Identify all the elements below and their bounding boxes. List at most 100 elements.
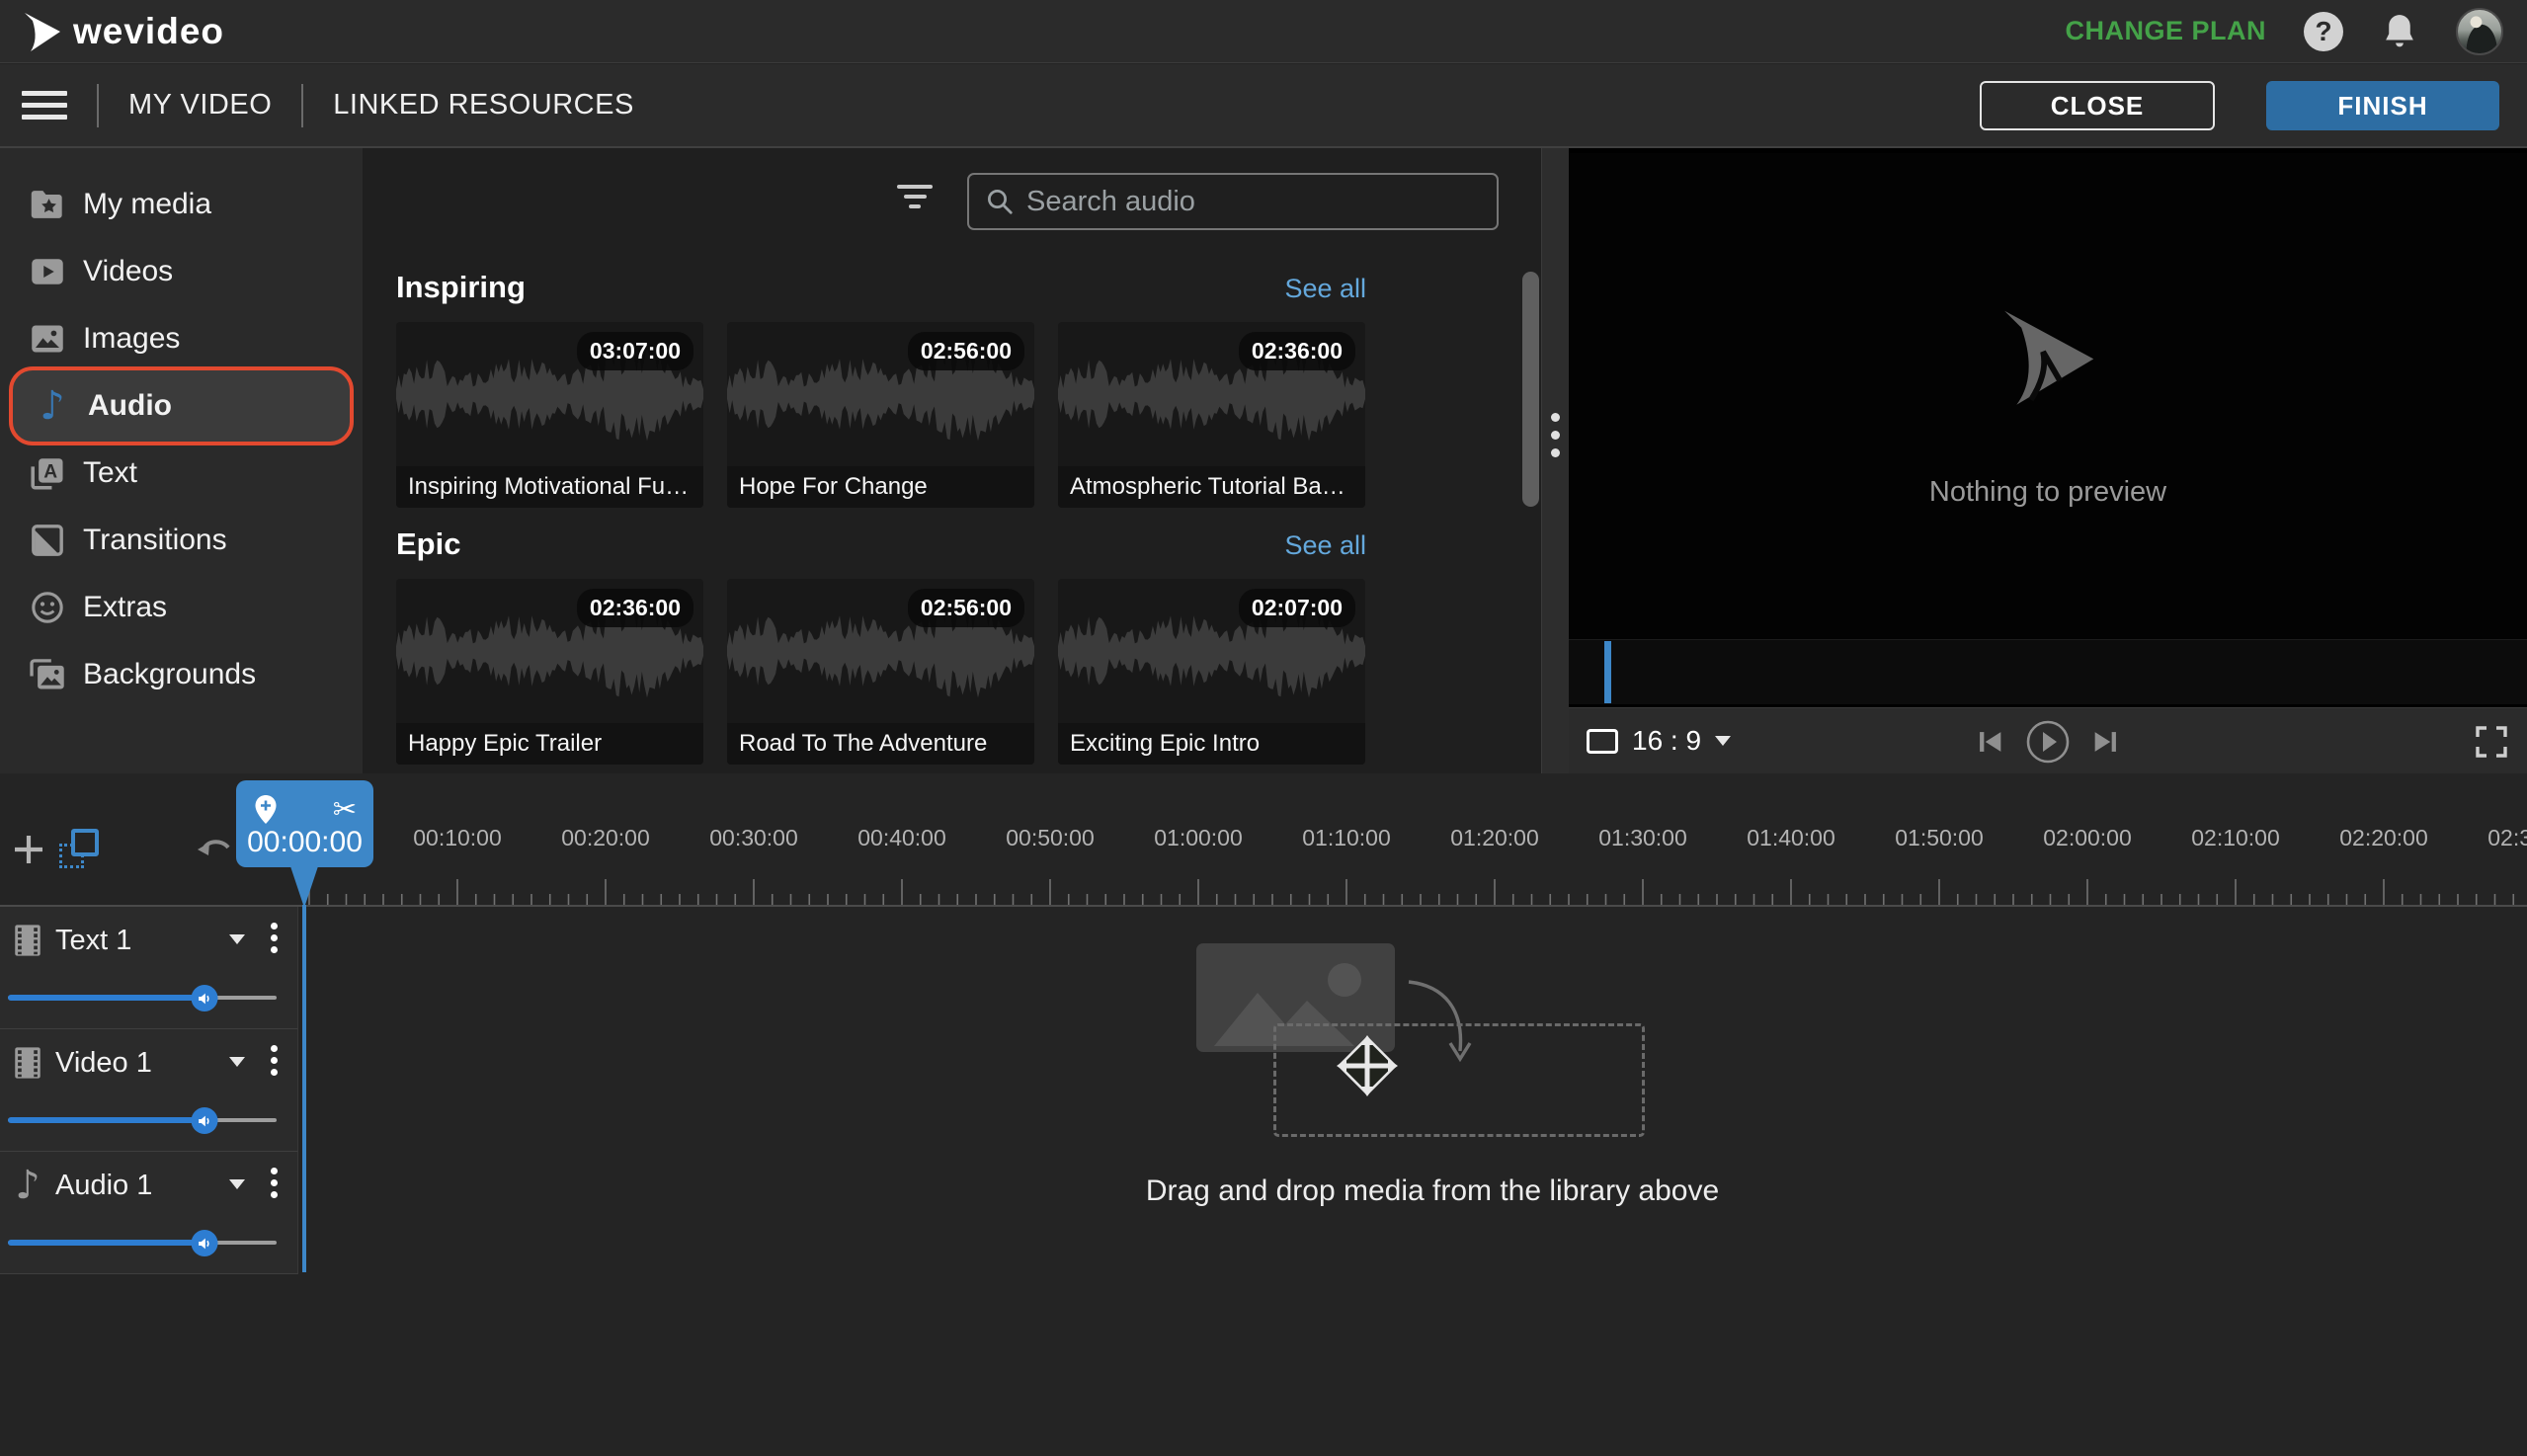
track-menu-icon[interactable] (271, 1168, 278, 1198)
library-scrollbar[interactable] (1522, 272, 1539, 507)
aspect-ratio-selector[interactable]: 16 : 9 (1587, 725, 1732, 757)
track-header-audio-1[interactable]: ♪ Audio 1 (0, 1152, 298, 1274)
audio-card-title: Atmospheric Tutorial Background (1058, 466, 1365, 508)
project-title[interactable]: MY VIDEO (128, 89, 272, 121)
wevideo-play-icon (25, 12, 60, 51)
toolbar-divider (301, 83, 304, 127)
audio-card-title: Exciting Epic Intro (1058, 723, 1365, 765)
preview-playhead-marker[interactable] (1604, 641, 1611, 703)
volume-thumb[interactable] (191, 1230, 218, 1256)
search-box[interactable] (967, 173, 1499, 230)
sidebar-item-images[interactable]: Images (0, 305, 363, 372)
ruler-time-label: 01:00:00 (1154, 825, 1243, 850)
volume-thumb[interactable] (191, 985, 218, 1011)
preview-placeholder-logo-icon (2004, 310, 2094, 405)
split-scissors-icon[interactable]: ✂ (333, 795, 357, 824)
search-input[interactable] (1026, 185, 1497, 218)
section-title: Inspiring (396, 270, 526, 304)
duration-badge: 02:36:00 (576, 589, 693, 627)
playhead-badge[interactable]: ✂ 00:00:00 (236, 780, 373, 867)
sidebar-item-extras[interactable]: Extras (0, 574, 363, 641)
audio-card[interactable]: 02:07:00 Exciting Epic Intro (1058, 579, 1365, 765)
help-icon[interactable]: ? (2304, 11, 2343, 51)
see-all-link[interactable]: See all (1284, 530, 1366, 561)
track-header-text-1[interactable]: Text 1 (0, 907, 298, 1029)
volume-slider[interactable] (8, 1107, 277, 1134)
track-chevron-down-icon[interactable] (229, 1057, 245, 1067)
tab-linked-resources[interactable]: LINKED RESOURCES (333, 89, 634, 121)
change-plan-link[interactable]: CHANGE PLAN (2065, 16, 2266, 46)
playhead-line[interactable] (302, 905, 306, 1272)
previous-frame-button[interactable] (1973, 725, 2006, 759)
sidebar-item-label: My media (83, 188, 212, 220)
video-icon (28, 252, 67, 291)
media-sidebar: My media Videos Images ♪ Audio A Text Tr… (0, 148, 363, 773)
sidebar-item-transitions[interactable]: Transitions (0, 507, 363, 574)
filter-icon[interactable] (896, 185, 934, 210)
duration-badge: 02:36:00 (1238, 332, 1355, 370)
audio-card[interactable]: 02:36:00 Atmospheric Tutorial Background (1058, 322, 1365, 508)
marker-pin-icon[interactable] (253, 794, 279, 825)
sidebar-item-text[interactable]: A Text (0, 440, 363, 507)
top-bar: wevideo CHANGE PLAN ? (0, 0, 2527, 63)
see-all-link[interactable]: See all (1284, 274, 1366, 304)
volume-thumb[interactable] (191, 1107, 218, 1134)
track-header-video-1[interactable]: Video 1 (0, 1029, 298, 1152)
image-icon (28, 319, 67, 359)
playhead-tail[interactable] (290, 866, 318, 908)
drag-handle-dots-icon (1551, 413, 1560, 457)
ruler-time-label: 01:40:00 (1747, 825, 1835, 850)
next-frame-button[interactable] (2089, 725, 2123, 759)
track-chevron-down-icon[interactable] (229, 1179, 245, 1189)
sidebar-item-my-media[interactable]: My media (0, 171, 363, 238)
volume-slider[interactable] (8, 985, 277, 1011)
play-button[interactable] (2024, 718, 2072, 766)
track-menu-icon[interactable] (271, 923, 278, 953)
audio-card[interactable]: 02:56:00 Hope For Change (727, 322, 1034, 508)
film-strip-icon (10, 923, 45, 958)
ruler-time-label: 02:10:00 (2191, 825, 2280, 850)
chevron-down-icon (1715, 736, 1732, 746)
user-avatar[interactable] (2456, 7, 2503, 55)
ruler-time-label: 01:10:00 (1302, 825, 1391, 850)
fullscreen-icon[interactable] (2474, 724, 2509, 765)
track-menu-icon[interactable] (271, 1045, 278, 1076)
audio-card[interactable]: 02:36:00 Happy Epic Trailer (396, 579, 703, 765)
audio-card[interactable]: 03:07:00 Inspiring Motivational Fundrais… (396, 322, 703, 508)
preview-panel: Nothing to preview 16 : 9 (1569, 148, 2527, 773)
track-chevron-down-icon[interactable] (229, 934, 245, 944)
sidebar-item-audio[interactable]: ♪ Audio (9, 366, 354, 445)
sidebar-item-backgrounds[interactable]: Backgrounds (0, 641, 363, 708)
ruler-time-label: 00:40:00 (857, 825, 946, 850)
sidebar-item-label: Backgrounds (83, 658, 257, 690)
sidebar-item-label: Transitions (83, 524, 227, 556)
duration-badge: 03:07:00 (576, 332, 693, 370)
ruler-time-label: 02:20:00 (2339, 825, 2428, 850)
timeline-ruler[interactable]: 00:10:00 00:20:00 00:30:00 00:40:00 00:50:00… (0, 825, 2527, 854)
nothing-to-preview-text: Nothing to preview (1928, 476, 2167, 508)
preview-screen: Nothing to preview (1569, 153, 2527, 639)
text-icon: A (28, 453, 67, 493)
audio-card[interactable]: 02:56:00 Road To The Adventure (727, 579, 1034, 765)
ruler-ticks (308, 879, 2515, 905)
audio-card-title: Inspiring Motivational Fundraise... (396, 466, 703, 508)
preview-scrub-bar[interactable] (1569, 639, 2527, 704)
volume-slider[interactable] (8, 1230, 277, 1256)
finish-button[interactable]: FINISH (2266, 80, 2499, 130)
panel-splitter-handle[interactable] (1541, 148, 1569, 773)
preview-controls-bar: 16 : 9 (1569, 707, 2527, 773)
folder-star-icon (28, 185, 67, 224)
track-name: Video 1 (55, 1047, 152, 1079)
track-name: Text 1 (55, 925, 132, 956)
section-title: Epic (396, 526, 461, 561)
music-note-icon: ♪ (15, 1163, 41, 1208)
aspect-frame-icon (1587, 728, 1618, 754)
audio-card-title: Road To The Adventure (727, 723, 1034, 765)
wevideo-logo[interactable]: wevideo (22, 9, 224, 54)
menu-icon[interactable] (22, 91, 67, 120)
library-section-epic: Epic See all 02:36:00 Happy Epic Trailer… (396, 526, 1366, 765)
close-button[interactable]: CLOSE (1980, 80, 2215, 130)
notifications-bell-icon[interactable] (2381, 12, 2418, 51)
sidebar-item-videos[interactable]: Videos (0, 238, 363, 305)
search-icon (985, 187, 1015, 216)
